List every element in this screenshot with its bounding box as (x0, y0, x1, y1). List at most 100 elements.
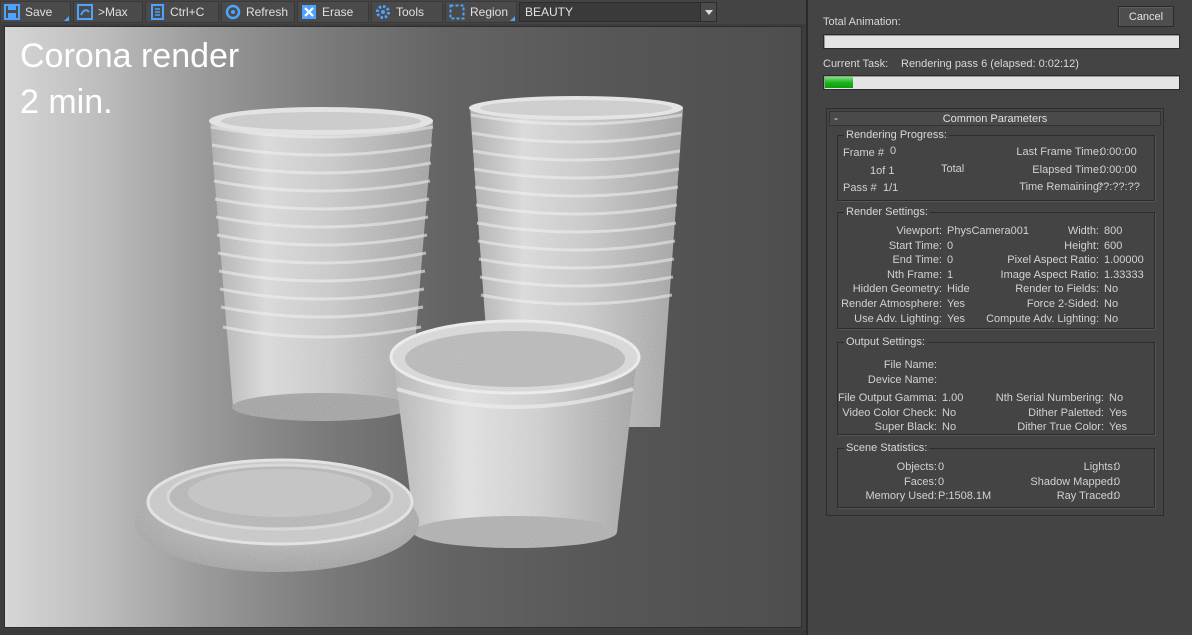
scene-stat-right-0-value: 0 (1114, 461, 1121, 473)
refresh-icon (224, 3, 242, 21)
region-button[interactable]: Region (445, 1, 517, 23)
output-setting-right-0-label: Nth Serial Numbering: (995, 392, 1104, 404)
render-settings-title: Render Settings: (844, 206, 930, 218)
output-setting-right-2-value: Yes (1109, 421, 1127, 434)
render-setting-left-4-label: Hidden Geometry: (852, 283, 942, 296)
total-animation-label: Total Animation: (823, 16, 901, 28)
output-setting-right-2-label: Dither True Color: (1017, 421, 1104, 434)
render-setting-left-0-value: PhysCamera001 (947, 225, 1029, 237)
cancel-button[interactable]: Cancel (1118, 6, 1174, 27)
copy-icon (148, 3, 166, 21)
render-setting-left-2-value: 0 (947, 254, 954, 267)
render-setting-right-1-value: 600 (1104, 239, 1123, 252)
render-setting-right-6-value: No (1104, 312, 1119, 325)
send-to-max-label: >Max (98, 5, 128, 19)
common-parameters-rollout: - Common Parameters Rendering Progress: … (826, 108, 1164, 516)
rendering-progress-group: Rendering Progress: Frame # 0 1of 1 Tota… (837, 129, 1155, 201)
scene-stat-right-2-value: 0 (1114, 490, 1121, 503)
render-setting-right-0-label: Width: (1067, 225, 1099, 237)
save-button-label: Save (25, 5, 53, 19)
time-remaining-label: Time Remaining: (1019, 181, 1102, 193)
frame-value: 0 (890, 145, 897, 157)
output-setting-left-2-label: Super Black: (874, 421, 937, 434)
render-setting-left-1-value: 0 (947, 239, 954, 252)
output-settings-group: Output Settings: File Name: Device Name:… (837, 336, 1155, 435)
time-remaining-value: ??:??:?? (1097, 181, 1140, 193)
rendering-progress-title: Rendering Progress: (844, 129, 949, 141)
rendering-dialog: Total Animation: Cancel Current Task: Re… (806, 0, 1192, 635)
render-setting-left-6-value: Yes (947, 312, 965, 325)
copy-button-label: Ctrl+C (170, 5, 205, 19)
output-setting-left-1-label: Video Color Check: (842, 406, 937, 419)
rendered-image: Corona render 2 min. (4, 26, 802, 628)
elapsed-time-label: Elapsed Time: (1032, 164, 1102, 176)
render-channel-select[interactable]: BEAUTY (519, 2, 717, 22)
scene-stat-left-2-label: Memory Used: (865, 490, 937, 503)
erase-button-label: Erase (322, 5, 354, 19)
common-parameters-title: Common Parameters (942, 112, 1048, 125)
current-task-progress-bar (823, 75, 1180, 90)
elapsed-time-value: 0:00:00 (1100, 164, 1137, 176)
scene-stat-left-1-label: Faces: (903, 475, 937, 488)
output-setting-left-1-value: No (942, 406, 957, 419)
frame-buffer-bottom-edge (0, 630, 806, 635)
render-caption-line-1: Corona render (20, 37, 240, 75)
frame-buffer-window: Save >Max Ctrl+C Refresh Erase Tools Reg… (0, 0, 806, 635)
erase-icon (300, 3, 318, 21)
current-task-progress-fill (825, 77, 854, 88)
output-setting-left-0-value: 1.00 (942, 392, 964, 404)
file-name-label: File Name: (883, 359, 937, 371)
copy-button[interactable]: Ctrl+C (145, 1, 219, 23)
erase-button[interactable]: Erase (297, 1, 369, 23)
render-setting-left-1-label: Start Time: (888, 239, 942, 252)
pass-value: 1/1 (883, 182, 899, 194)
scene-statistics-group: Scene Statistics: Objects: 0 Faces: 0 Memory… (837, 442, 1155, 508)
region-icon (448, 3, 466, 21)
output-setting-right-1-value: Yes (1109, 406, 1127, 419)
scene-stat-left-0-value: 0 (938, 461, 945, 473)
scene-stat-left-0-label: Objects: (896, 461, 937, 473)
frame-buffer-toolbar: Save >Max Ctrl+C Refresh Erase Tools Reg… (0, 0, 806, 24)
render-setting-left-3-value: 1 (947, 268, 954, 281)
render-setting-right-3-label: Image Aspect Ratio: (1000, 268, 1099, 281)
render-setting-right-0-value: 800 (1104, 225, 1123, 237)
tools-button-label: Tools (396, 5, 425, 19)
scene-statistics-title: Scene Statistics: (844, 442, 930, 454)
last-frame-time-label: Last Frame Time: (1016, 146, 1102, 158)
scene-stat-left-2-value: P:1508.1M (938, 490, 992, 503)
render-setting-right-4-value: No (1104, 283, 1119, 296)
render-setting-right-3-value: 1.33333 (1104, 268, 1144, 281)
output-setting-right-1-label: Dither Paletted: (1028, 406, 1104, 419)
render-setting-right-6-label: Compute Adv. Lighting: (986, 312, 1099, 325)
current-task-label: Current Task: (823, 58, 889, 70)
common-parameters-header[interactable]: - Common Parameters (829, 111, 1161, 126)
output-setting-left-2-value: No (942, 421, 957, 434)
render-channel-value: BEAUTY (525, 5, 574, 19)
max-icon (76, 3, 94, 21)
render-setting-left-2-label: End Time: (892, 254, 942, 267)
render-setting-left-5-value: Yes (947, 298, 965, 310)
collapse-icon[interactable]: - (834, 111, 838, 125)
save-button[interactable]: Save (0, 1, 71, 23)
render-setting-right-5-value: No (1104, 298, 1119, 310)
output-settings-title: Output Settings: (844, 336, 927, 348)
frame-of-count: 1of 1 (870, 165, 895, 177)
chevron-down-icon[interactable] (700, 3, 716, 21)
output-setting-left-0-label: File Output Gamma: (837, 392, 937, 404)
region-button-label: Region (470, 5, 509, 19)
gear-icon (374, 3, 392, 21)
current-task-value: Rendering pass 6 (elapsed: 0:02:12) (901, 58, 1079, 70)
pass-label: Pass # (843, 182, 877, 194)
send-to-max-button[interactable]: >Max (73, 1, 143, 23)
tools-button[interactable]: Tools (371, 1, 443, 23)
render-setting-left-5-label: Render Atmosphere: (841, 298, 942, 310)
render-setting-right-1-label: Height: (1064, 239, 1099, 252)
save-icon (3, 3, 21, 21)
refresh-button[interactable]: Refresh (221, 1, 295, 23)
render-setting-right-2-value: 1.00000 (1104, 254, 1144, 267)
render-setting-left-4-value: Hide (947, 283, 970, 296)
output-setting-right-0-value: No (1109, 392, 1124, 404)
render-setting-left-6-label: Use Adv. Lighting: (854, 312, 942, 325)
render-caption-line-2: 2 min. (20, 83, 113, 121)
render-setting-right-5-label: Force 2-Sided: (1026, 298, 1099, 310)
